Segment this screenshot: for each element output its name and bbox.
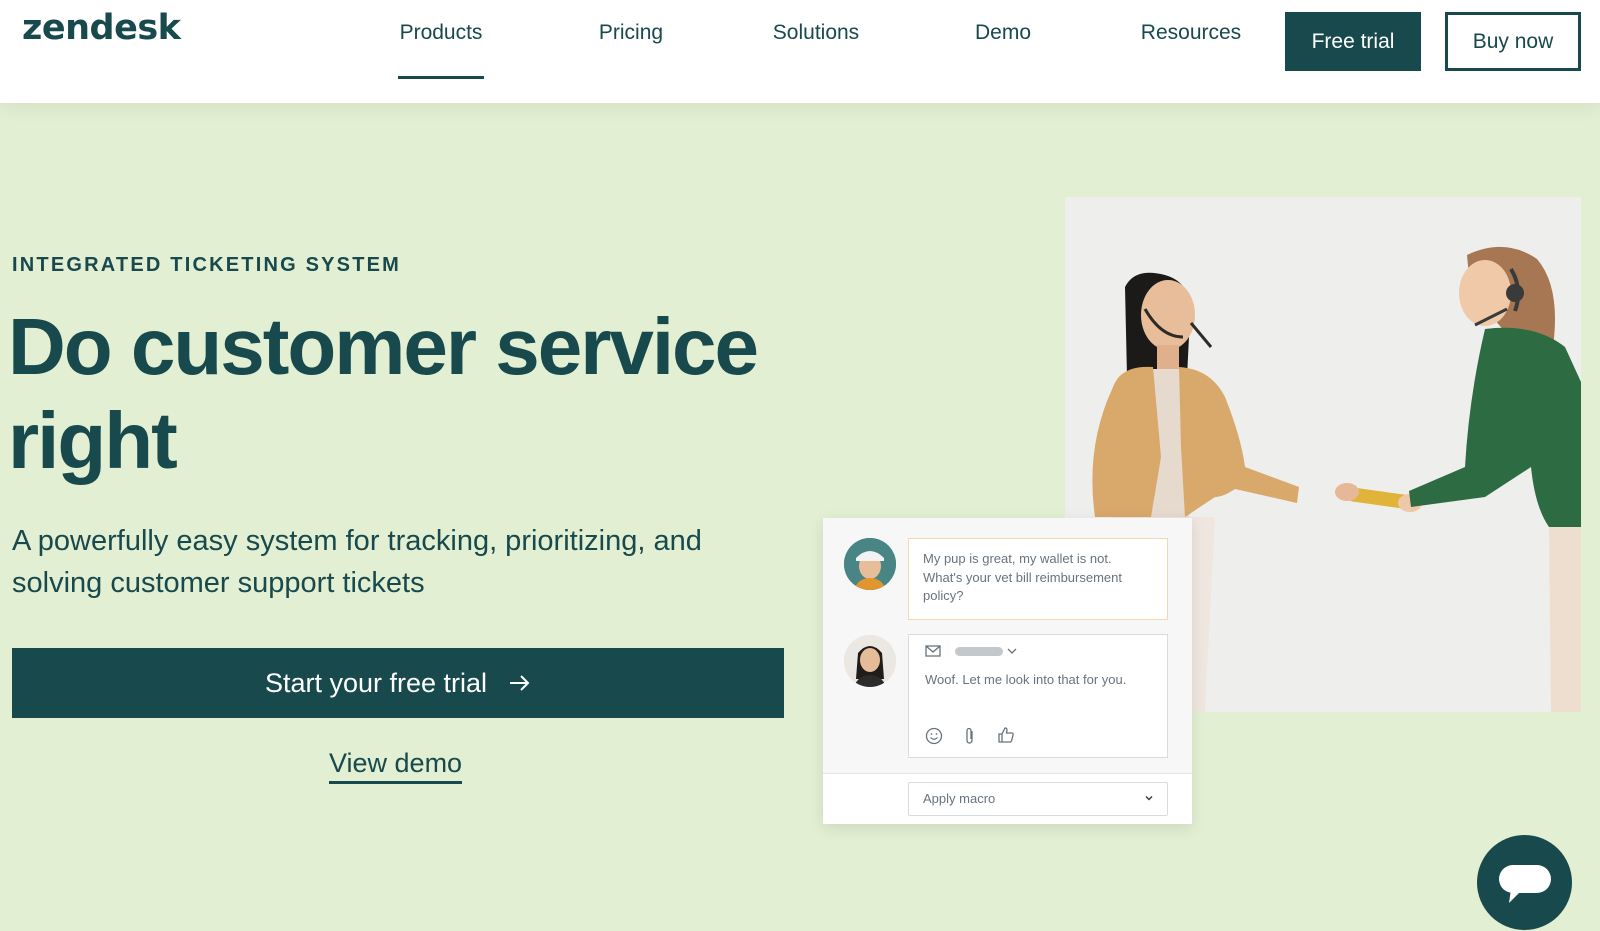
- free-trial-button[interactable]: Free trial: [1285, 12, 1421, 71]
- apply-macro-dropdown[interactable]: Apply macro: [908, 782, 1168, 816]
- start-free-trial-label: Start your free trial: [264, 667, 488, 698]
- nav-demo[interactable]: Demo: [973, 20, 1033, 60]
- paperclip-icon[interactable]: [963, 727, 977, 745]
- apply-macro-label: Apply macro: [923, 791, 996, 806]
- site-header: zendesk Products Pricing Solutions Demo …: [0, 0, 1600, 103]
- buy-now-button[interactable]: Buy now: [1445, 12, 1581, 71]
- nav-resources[interactable]: Resources: [1138, 20, 1244, 60]
- hero-headline: Do customer service right: [8, 302, 759, 485]
- chevron-down-icon: [1145, 796, 1153, 801]
- mail-icon[interactable]: [925, 645, 941, 657]
- thumbs-up-icon[interactable]: [997, 726, 1015, 744]
- start-free-trial-button[interactable]: Start your free trial: [12, 648, 784, 718]
- nav-pricing[interactable]: Pricing: [596, 20, 666, 60]
- recipient-placeholder-bar: [955, 647, 1003, 656]
- chat-bubble-icon: [1499, 865, 1551, 903]
- view-demo-link[interactable]: View demo: [329, 748, 463, 784]
- card-footer: Apply macro: [823, 774, 1192, 824]
- emoji-icon[interactable]: [925, 727, 943, 745]
- nav-products[interactable]: Products: [398, 20, 484, 79]
- zendesk-logo[interactable]: zendesk: [22, 8, 181, 48]
- reply-editor[interactable]: Woof. Let me look into that for you.: [908, 634, 1168, 758]
- customer-avatar: [844, 538, 896, 590]
- nav-solutions[interactable]: Solutions: [772, 20, 860, 60]
- customer-message: My pup is great, my wallet is not. What'…: [908, 538, 1168, 620]
- ticket-widget: My pup is great, my wallet is not. What'…: [823, 518, 1192, 824]
- hero-eyebrow: INTEGRATED TICKETING SYSTEM: [12, 254, 402, 276]
- chat-launcher-button[interactable]: [1477, 835, 1572, 930]
- agent-avatar: [844, 635, 896, 687]
- hero-subhead: A powerfully easy system for tracking, p…: [12, 525, 702, 599]
- agent-reply-text: Woof. Let me look into that for you.: [925, 672, 1127, 687]
- chevron-down-icon[interactable]: [1007, 647, 1017, 655]
- arrow-right-icon: [510, 675, 530, 691]
